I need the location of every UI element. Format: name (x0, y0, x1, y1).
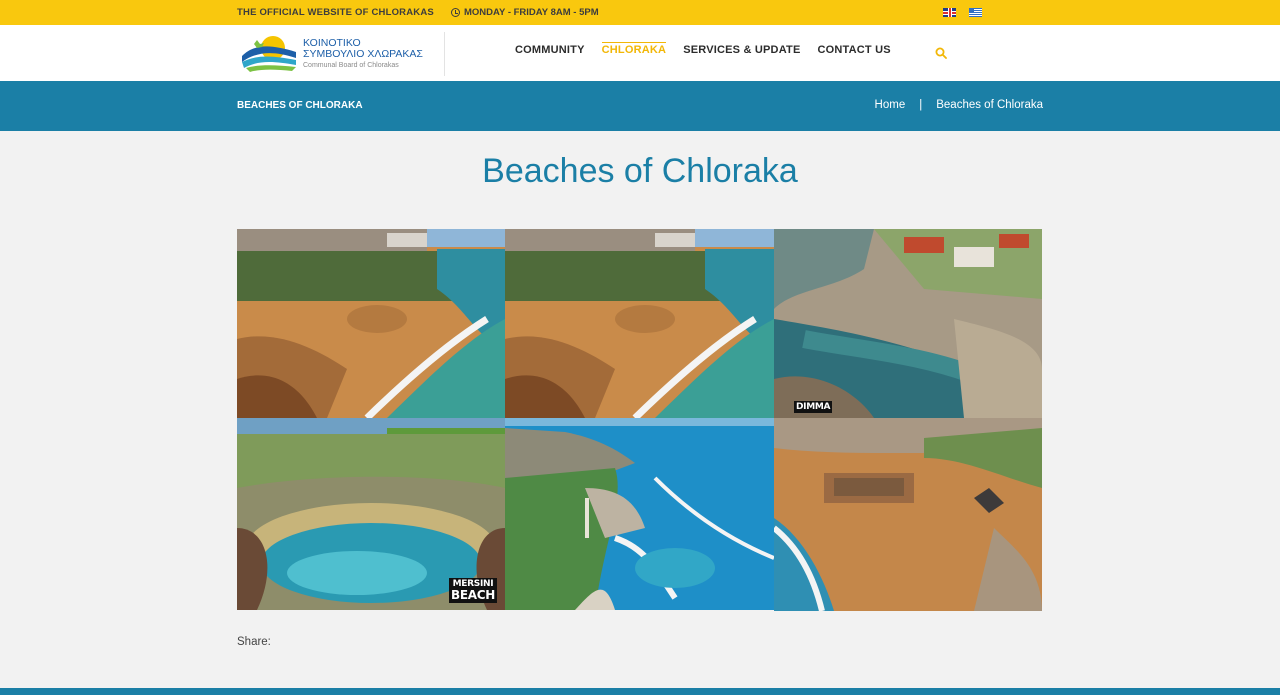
gallery-photo-mersini: MERSINI BEACH (237, 418, 505, 610)
beaches-gallery-image[interactable]: DIMMA MERSINI BEACH (237, 229, 1042, 611)
page-title-banner: BEACHES OF CHLORAKA Home | Beaches of Ch… (0, 81, 1280, 131)
banner-page-name: BEACHES OF CHLORAKA (237, 100, 363, 111)
header-divider (444, 32, 445, 76)
official-website-text: THE OFFICIAL WEBSITE OF CHLORAKAS (237, 7, 434, 18)
nav-services-update[interactable]: SERVICES & UPDATE (683, 44, 800, 58)
page-title: Beaches of Chloraka (482, 152, 798, 190)
logo-text: ΚΟΙΝΟΤΙΚΟ ΣΥΜΒΟΥΛΙΟ ΧΛΩΡΑΚΑΣ Communal Bo… (303, 36, 423, 69)
logo-line-3: Communal Board of Chlorakas (303, 61, 399, 69)
mersini-label-line2: BEACH (451, 588, 495, 602)
main-nav: COMMUNITY CHLORAKA SERVICES & UPDATE CON… (515, 42, 891, 58)
clock-icon (451, 8, 460, 17)
gallery-photo-sandy-beach (774, 418, 1042, 611)
site-header: ΚΟΙΝΟΤΙΚΟ ΣΥΜΒΟΥΛΙΟ ΧΛΩΡΑΚΑΣ Communal Bo… (0, 25, 1280, 81)
nav-chloraka[interactable]: CHLORAKA (601, 42, 667, 58)
mersini-beach-label: MERSINI BEACH (449, 578, 497, 603)
breadcrumb: Home | Beaches of Chloraka (875, 99, 1043, 111)
logo-wave-icon (240, 32, 298, 74)
office-hours-text: MONDAY - FRIDAY 8AM - 5PM (464, 7, 599, 18)
breadcrumb-current: Beaches of Chloraka (936, 99, 1043, 111)
breadcrumb-separator: | (919, 99, 923, 111)
gallery-photo-cove-2 (505, 229, 774, 418)
logo-line-2: ΣΥΜΒΟΥΛΙΟ ΧΛΩΡΑΚΑΣ (303, 48, 423, 60)
footer-strip (0, 688, 1280, 695)
top-info-bar: THE OFFICIAL WEBSITE OF CHLORAKAS MONDAY… (0, 0, 1280, 25)
office-hours: MONDAY - FRIDAY 8AM - 5PM (451, 7, 599, 18)
uk-flag-icon[interactable] (943, 8, 956, 17)
greek-flag-icon[interactable] (969, 8, 982, 17)
dimma-label: DIMMA (794, 401, 833, 413)
breadcrumb-home[interactable]: Home (875, 99, 906, 111)
gallery-photo-dimma: DIMMA (774, 229, 1042, 418)
gallery-photo-lighthouse (505, 418, 774, 610)
nav-community[interactable]: COMMUNITY (515, 44, 585, 58)
site-logo[interactable]: ΚΟΙΝΟΤΙΚΟ ΣΥΜΒΟΥΛΙΟ ΧΛΩΡΑΚΑΣ Communal Bo… (240, 32, 430, 74)
gallery-photo-cove-1 (237, 229, 505, 418)
nav-contact-us[interactable]: CONTACT US (817, 44, 890, 58)
logo-line-1: ΚΟΙΝΟΤΙΚΟ (303, 36, 361, 49)
share-label: Share: (237, 636, 271, 648)
search-icon[interactable] (935, 46, 947, 59)
